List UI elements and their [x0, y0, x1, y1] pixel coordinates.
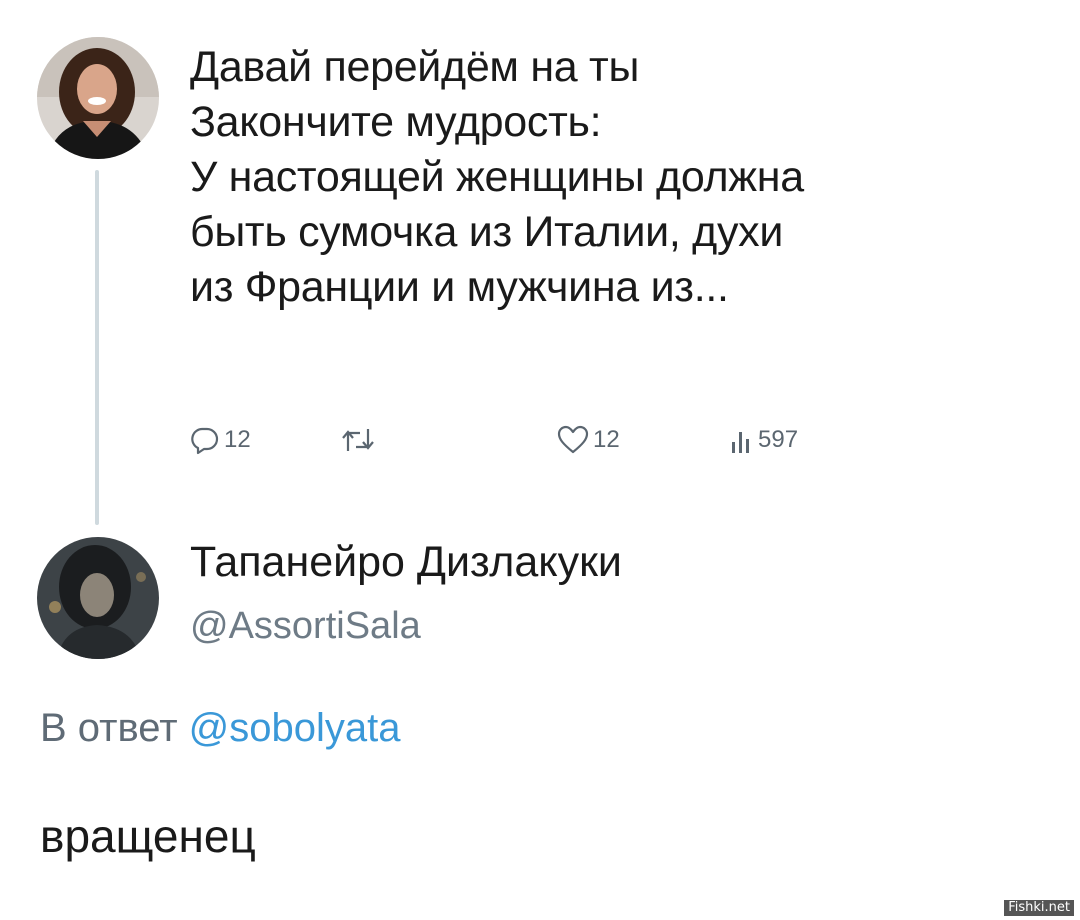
reply-button[interactable]: 12	[190, 425, 251, 455]
avatar[interactable]	[37, 37, 159, 159]
views-bars-icon	[732, 432, 749, 453]
reply-text: вращенец	[40, 810, 256, 862]
tweet-actions: 12 12 597	[190, 425, 890, 465]
like-count: 12	[593, 426, 620, 453]
reply-to-mention-link[interactable]: @sobolyata	[189, 706, 401, 750]
reply-count: 12	[224, 426, 251, 453]
tweet-line: быть сумочка из Италии, духи	[190, 208, 784, 256]
reply-author-name[interactable]: Тапанейро Дизлакуки	[190, 535, 622, 590]
tweet-line: Закончите мудрость:	[190, 98, 602, 146]
retweet-button[interactable]	[340, 425, 376, 455]
reply-author-handle[interactable]: @AssortiSala	[190, 602, 421, 650]
retweet-icon	[342, 429, 374, 451]
like-button[interactable]: 12	[557, 425, 620, 455]
reply-icon	[191, 427, 219, 455]
tweet-text: Давай перейдём на ты Закончите мудрость:…	[190, 40, 1060, 315]
reply-to-prefix: В ответ	[40, 706, 178, 750]
tweet-line: из Франции и мужчина из...	[190, 263, 729, 311]
tweet-title: Давай перейдём на ты	[190, 43, 640, 91]
views-count: 597	[758, 426, 799, 453]
watermark: Fishki.net	[1004, 900, 1074, 916]
avatar-character-icon	[37, 537, 159, 659]
reply-to-line: В ответ @sobolyata	[40, 703, 401, 753]
avatar[interactable]	[37, 537, 159, 659]
avatar-woman-icon	[37, 37, 159, 159]
thread-connector-line	[95, 170, 99, 525]
views-button[interactable]: 597	[730, 425, 798, 455]
tweet-line: У настоящей женщины должна	[190, 153, 804, 201]
heart-icon	[557, 425, 589, 454]
